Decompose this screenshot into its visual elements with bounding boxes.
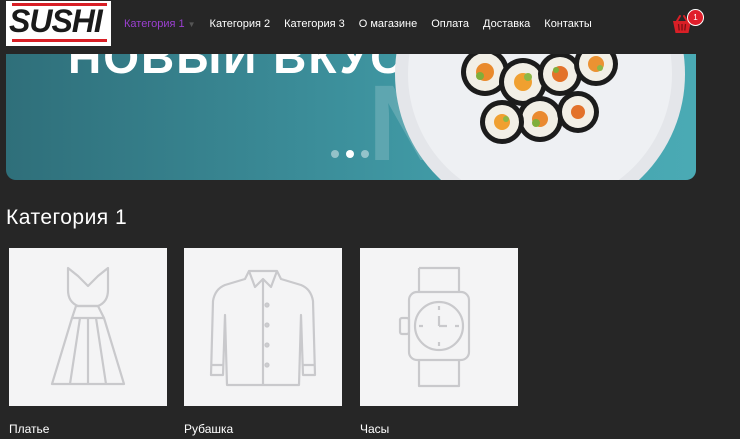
slider-dot-2[interactable] <box>346 150 354 158</box>
nav-item-category-1[interactable]: Категория 1 ▼ <box>124 17 196 32</box>
nav-item-about[interactable]: О магазине <box>359 17 417 32</box>
dress-icon <box>50 266 126 386</box>
product-card-watch[interactable]: Часы <box>360 248 518 436</box>
nav-item-contacts[interactable]: Контакты <box>544 17 592 32</box>
slider-dot-3[interactable] <box>361 150 369 158</box>
logo-text: SUSHI <box>9 3 103 39</box>
site-header: SUSHI Категория 1 ▼ Категория 2 Категория… <box>0 0 740 50</box>
watch-icon <box>398 266 471 388</box>
nav-item-category-2[interactable]: Категория 2 <box>210 17 271 32</box>
product-card-shirt[interactable]: Рубашка <box>184 248 342 436</box>
product-name[interactable]: Платье <box>9 422 167 436</box>
shirt-icon <box>209 269 317 386</box>
nav-item-delivery[interactable]: Доставка <box>483 17 530 32</box>
cart-count-badge: 1 <box>687 9 704 26</box>
nav-item-payment[interactable]: Оплата <box>431 17 469 32</box>
logo-stripe-bottom <box>12 39 107 42</box>
product-image[interactable] <box>184 248 342 406</box>
main-nav: Категория 1 ▼ Категория 2 Категория 3 О м… <box>124 17 606 32</box>
product-image[interactable] <box>360 248 518 406</box>
nav-item-category-3[interactable]: Категория 3 <box>284 17 345 32</box>
product-name[interactable]: Часы <box>360 422 518 436</box>
product-image[interactable] <box>9 248 167 406</box>
slider-dots <box>331 150 369 158</box>
logo[interactable]: SUSHI <box>6 1 111 46</box>
banner-headline: НОВЫЙ ВКУС <box>68 54 406 83</box>
nav-item-label: Категория 1 <box>124 18 185 30</box>
slider-dot-1[interactable] <box>331 150 339 158</box>
chevron-down-icon: ▼ <box>187 20 196 29</box>
product-card-dress[interactable]: Платье <box>9 248 167 436</box>
section-title: Категория 1 <box>6 206 128 229</box>
sushi-plate-image <box>395 54 685 180</box>
product-name[interactable]: Рубашка <box>184 422 342 436</box>
hero-banner: NEW НОВЫЙ ВКУС <box>6 54 696 180</box>
